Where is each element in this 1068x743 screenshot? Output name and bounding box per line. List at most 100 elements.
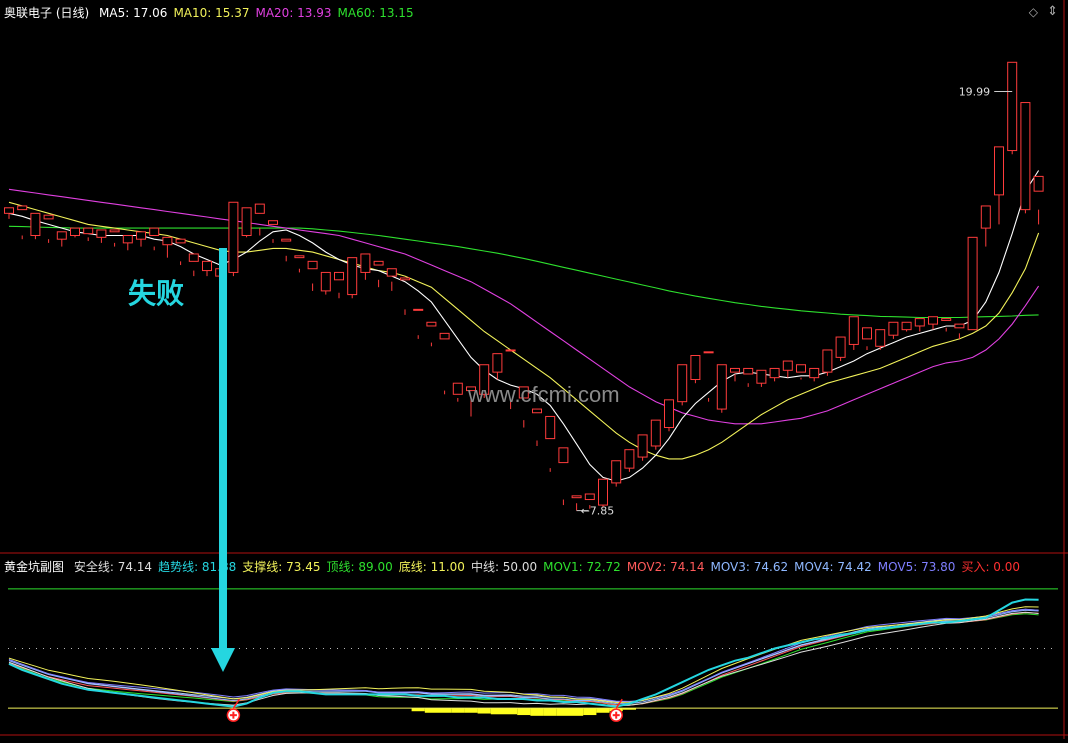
candle-71 — [941, 318, 952, 332]
candle-body — [584, 493, 595, 501]
main-moving-averages — [8, 170, 1040, 482]
candle-46 — [611, 460, 622, 487]
candle-body — [664, 399, 674, 429]
candle-body — [413, 308, 424, 311]
ma5-line — [8, 170, 1040, 482]
candle-34 — [452, 382, 463, 402]
candle-body — [17, 205, 28, 211]
candle-54 — [716, 364, 727, 413]
fill-bar-43 — [570, 708, 584, 716]
candle-17 — [228, 201, 239, 277]
sub-header: 黄金坑副图 安全线: 74.14 趋势线: 81.88 支撑线: 73.45 顶线: … — [4, 560, 1032, 574]
candle-body — [136, 231, 146, 240]
candle-29 — [386, 268, 397, 291]
candle-8 — [109, 229, 120, 247]
candle-50 — [664, 399, 674, 432]
sub-yellow-fill — [411, 708, 636, 716]
candle-68 — [901, 321, 912, 332]
candle-15 — [202, 260, 212, 277]
candle-23 — [307, 260, 318, 291]
candle-53 — [703, 351, 714, 402]
candle-body — [360, 253, 371, 273]
candle-body — [149, 227, 160, 236]
watermark: www.cfcmi.com — [468, 382, 620, 407]
candle-31 — [413, 308, 424, 339]
candle-24 — [320, 271, 331, 295]
candle-body — [941, 318, 952, 321]
candle-60 — [796, 364, 806, 380]
candle-5 — [70, 227, 80, 238]
sub-value-8: MOV3: 74.62 — [710, 560, 789, 574]
chart-stage: 19.99 ←7.85 奥联电子 (日线) MA5: 17.06 MA10: 15.… — [0, 0, 1068, 739]
trend-line — [8, 598, 1039, 708]
candle-body — [703, 351, 714, 354]
candle-14 — [188, 253, 199, 277]
candle-12 — [162, 236, 173, 258]
sub-indicator-lines — [8, 588, 1058, 709]
candle-59 — [782, 360, 793, 378]
candle-body — [980, 205, 991, 229]
candle-body — [175, 238, 186, 244]
candle-body — [188, 253, 199, 262]
candle-55 — [730, 367, 740, 382]
header-ma-items: MA5: 17.06 MA10: 15.37 MA20: 13.93 MA60: 13… — [99, 6, 420, 20]
candle-body — [43, 214, 54, 220]
low-label: ←7.85 — [581, 505, 615, 518]
candle-body — [782, 360, 793, 371]
candle-body — [809, 367, 820, 379]
ma-label-0: MA5: 17.06 — [99, 6, 168, 20]
sub-value-items: 安全线: 74.14 趋势线: 81.88 支撑线: 73.45 顶线: 89.00 底… — [74, 560, 1026, 574]
candle-body — [1033, 175, 1044, 192]
candle-body — [914, 318, 925, 327]
high-label: 19.99 — [959, 85, 991, 98]
main-header: 奥联电子 (日线) MA5: 17.06 MA10: 15.37 MA20: 13.… — [4, 6, 426, 20]
candle-67 — [888, 321, 899, 339]
candle-76 — [1007, 61, 1018, 155]
candle-62 — [822, 349, 833, 376]
candle-49 — [650, 419, 661, 450]
candle-2 — [30, 212, 41, 240]
candle-64 — [848, 316, 859, 350]
candle-body — [70, 227, 80, 236]
candle-4 — [56, 231, 67, 247]
diamond-icon[interactable]: ◇ — [1029, 5, 1038, 19]
candle-body — [254, 203, 265, 214]
candle-body — [888, 321, 899, 336]
fill-bar-44 — [583, 708, 597, 716]
candle-75 — [994, 146, 1004, 225]
buy-marker-0 — [226, 698, 241, 722]
candle-body — [822, 349, 833, 373]
candle-body — [228, 201, 239, 273]
candle-72 — [954, 323, 965, 339]
fill-bar-42 — [556, 708, 570, 716]
candle-19 — [254, 203, 265, 236]
fill-bar-38 — [504, 708, 518, 715]
candle-61 — [809, 367, 820, 382]
fill-bar-35 — [464, 708, 478, 713]
mov-line-6 — [8, 606, 1039, 704]
candle-9 — [122, 234, 133, 251]
candle-body — [928, 316, 938, 325]
sub-value-9: MOV4: 74.42 — [794, 560, 872, 574]
fill-bar-40 — [530, 708, 544, 716]
candle-body — [558, 447, 569, 464]
candle-body — [1020, 102, 1031, 211]
candle-body — [624, 449, 635, 469]
candle-48 — [637, 434, 648, 461]
candle-body — [862, 327, 872, 340]
candle-56 — [743, 367, 754, 387]
sub-value-5: 中线: 50.00 — [470, 560, 538, 574]
candle-body — [83, 227, 94, 235]
candle-body — [848, 316, 859, 345]
candle-27 — [360, 253, 371, 280]
candle-body — [901, 321, 912, 331]
candle-body — [426, 321, 437, 327]
candle-body — [294, 255, 305, 259]
candle-69 — [914, 318, 925, 332]
fill-bar-32 — [424, 708, 438, 713]
expand-icon[interactable]: ⇕ — [1047, 4, 1058, 19]
candle-body — [96, 229, 107, 238]
candle-body — [598, 478, 608, 506]
candle-body — [637, 434, 648, 458]
candle-body — [611, 460, 622, 484]
